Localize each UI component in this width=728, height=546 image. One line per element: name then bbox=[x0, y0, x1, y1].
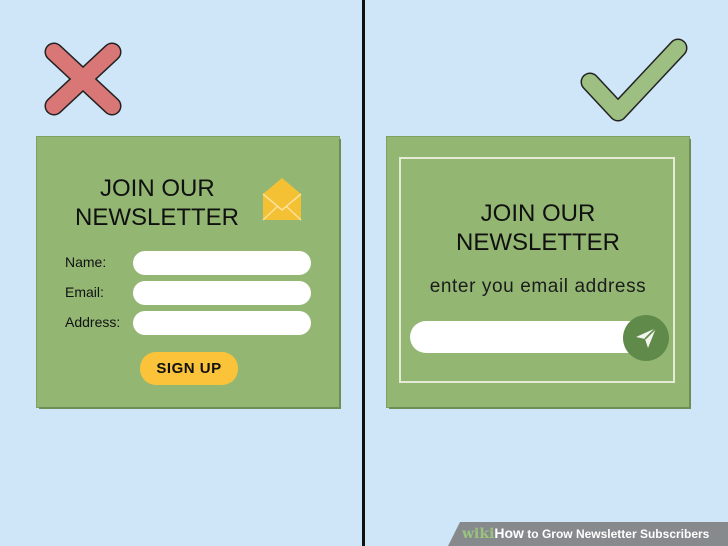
name-label: Name: bbox=[65, 254, 107, 270]
sign-up-button[interactable]: SIGN UP bbox=[140, 352, 238, 385]
name-field[interactable] bbox=[133, 251, 311, 275]
address-field[interactable] bbox=[133, 311, 311, 335]
name-row: Name: bbox=[37, 251, 339, 275]
watermark-wiki: wiki bbox=[462, 526, 495, 542]
form-title: JOIN OUR NEWSLETTER bbox=[387, 199, 689, 257]
newsletter-form-bad: JOIN OUR NEWSLETTER Name: Email: Address… bbox=[37, 137, 339, 407]
wikihow-watermark: wikiHow to Grow Newsletter Subscribers bbox=[448, 522, 728, 546]
email-prompt: enter you email address bbox=[429, 276, 647, 297]
newsletter-form-good: JOIN OUR NEWSLETTER enter you email addr… bbox=[387, 137, 689, 407]
send-button[interactable] bbox=[623, 315, 669, 361]
send-icon bbox=[636, 327, 657, 348]
email-row: Email: bbox=[37, 281, 339, 305]
watermark-how: How bbox=[494, 525, 524, 541]
x-icon bbox=[44, 42, 122, 116]
email-field[interactable] bbox=[133, 281, 311, 305]
watermark-text: wikiHow to Grow Newsletter Subscribers bbox=[462, 525, 709, 542]
checkmark-icon bbox=[580, 38, 688, 122]
email-label: Email: bbox=[65, 284, 104, 300]
watermark-title: to Grow Newsletter Subscribers bbox=[523, 527, 710, 541]
title-line-1: JOIN OUR bbox=[100, 175, 215, 202]
title-line-1: JOIN OUR bbox=[480, 200, 596, 227]
address-row: Address: bbox=[37, 311, 339, 335]
email-input[interactable] bbox=[410, 321, 646, 353]
center-divider bbox=[362, 0, 365, 546]
title-line-2: NEWSLETTER bbox=[75, 204, 240, 231]
address-label: Address: bbox=[65, 314, 121, 330]
title-line-2: NEWSLETTER bbox=[455, 229, 620, 256]
envelope-icon bbox=[262, 178, 302, 221]
